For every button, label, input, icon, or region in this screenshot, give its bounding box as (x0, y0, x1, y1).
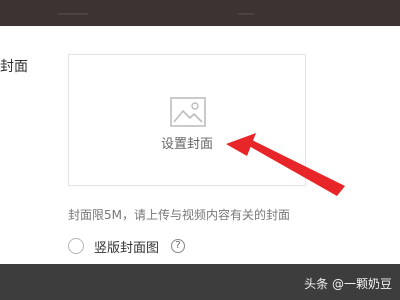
top-bar (0, 0, 400, 26)
vertical-cover-radio[interactable] (68, 238, 84, 254)
set-cover-label: 设置封面 (160, 137, 213, 152)
question-circle-icon[interactable]: ? (171, 239, 186, 253)
top-bar-detail (58, 13, 88, 15)
vertical-cover-label: 竖版封面图 (94, 240, 160, 256)
set-cover-upload-box[interactable]: 设置封面 (68, 54, 306, 186)
image-icon (170, 97, 206, 127)
vertical-cover-option[interactable]: 竖版封面图 ? (68, 236, 186, 256)
cover-section-label: 封面 (0, 59, 28, 75)
watermark: 头条 @一颗奶豆 (304, 277, 392, 291)
bottom-bar: 头条 @一颗奶豆 (0, 264, 400, 300)
top-bar-detail (238, 13, 254, 15)
cover-size-hint: 封面限5M，请上传与视频内容有关的封面 (68, 208, 290, 222)
